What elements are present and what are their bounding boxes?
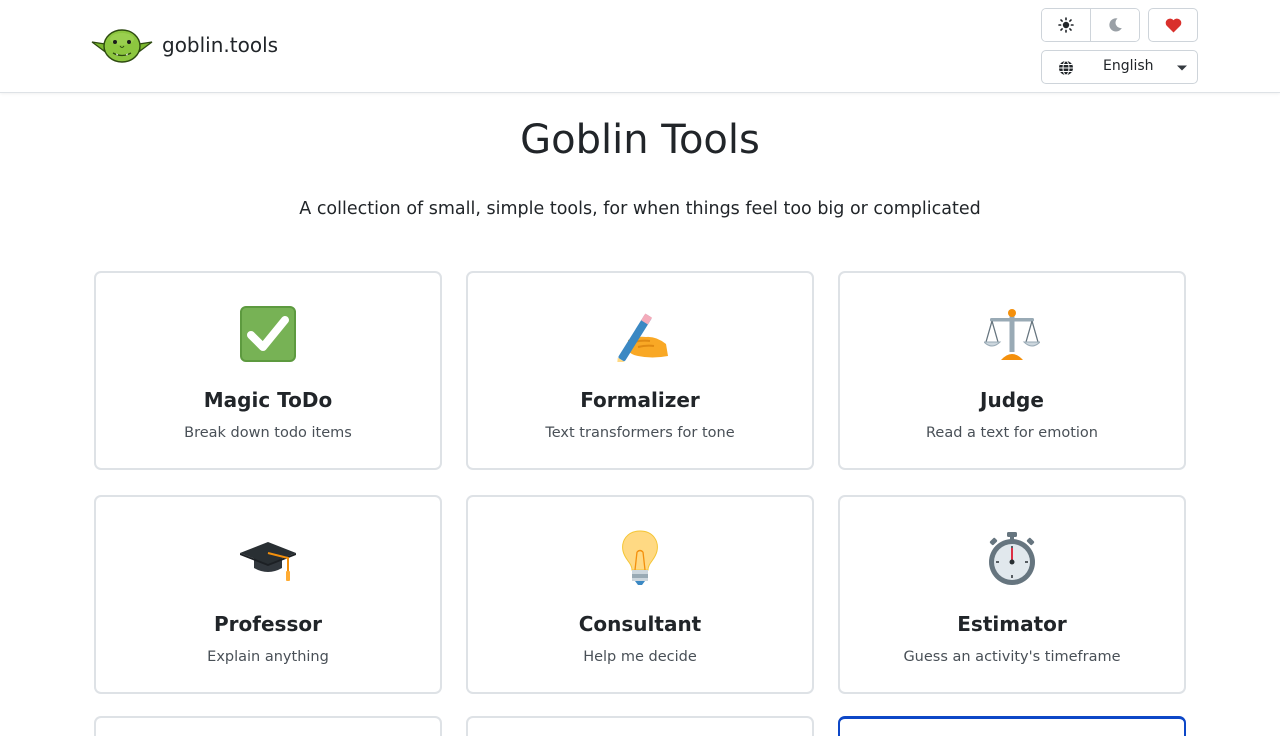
chevron-down-icon — [1177, 65, 1187, 71]
graduation-cap-icon — [240, 542, 296, 581]
brand-link[interactable]: goblin.tools — [91, 26, 278, 64]
tool-card-title: Professor — [214, 612, 322, 636]
tool-card-title: Judge — [980, 388, 1044, 412]
light-theme-button[interactable] — [1042, 9, 1090, 41]
tool-card-description: Read a text for emotion — [925, 425, 1098, 441]
tool-card-title: Formalizer — [580, 388, 700, 412]
tool-card-partial-active[interactable] — [838, 716, 1186, 736]
tool-card-magic-todo[interactable]: Magic ToDo Break down todo items — [94, 271, 442, 470]
tool-card-partial[interactable] — [466, 716, 814, 736]
tool-card-estimator[interactable]: Estimator Guess an activity's timeframe — [838, 495, 1186, 694]
sun-icon — [1058, 17, 1074, 33]
donate-heart-button[interactable] — [1148, 8, 1198, 42]
dark-theme-button[interactable] — [1090, 9, 1139, 41]
light-bulb-icon — [622, 530, 658, 585]
page-title: Goblin Tools — [520, 117, 760, 163]
tool-card-description: Help me decide — [583, 649, 697, 665]
globe-icon — [1059, 60, 1073, 76]
page-subtitle: A collection of small, simple tools, for… — [299, 199, 981, 219]
check-mark-icon — [240, 306, 296, 362]
stopwatch-icon — [989, 532, 1035, 585]
tool-card-partial[interactable] — [94, 716, 442, 736]
goblin-logo — [91, 29, 153, 63]
navbar: goblin.tools English — [0, 0, 1280, 93]
tool-card-title: Magic ToDo — [203, 388, 333, 412]
language-selected: English — [1103, 58, 1154, 74]
balance-scale-icon — [984, 309, 1040, 360]
tool-card-description: Guess an activity's timeframe — [903, 649, 1121, 665]
tool-card-title: Estimator — [957, 612, 1067, 636]
tool-card-formalizer[interactable]: Formalizer Text transformers for tone — [466, 271, 814, 470]
tool-card-title: Consultant — [578, 612, 702, 636]
writing-hand-icon — [616, 313, 668, 362]
theme-toggle-group — [1041, 8, 1140, 42]
tool-card-judge[interactable]: Judge Read a text for emotion — [838, 271, 1186, 470]
tool-card-consultant[interactable]: Consultant Help me decide — [466, 495, 814, 694]
heart-icon — [1165, 18, 1181, 32]
moon-icon — [1109, 18, 1122, 32]
tool-card-description: Text transformers for tone — [545, 425, 735, 441]
language-select[interactable]: English — [1041, 50, 1198, 84]
brand-name: goblin.tools — [162, 33, 279, 57]
tool-card-description: Break down todo items — [184, 425, 352, 441]
tool-card-professor[interactable]: Professor Explain anything — [94, 495, 442, 694]
tool-card-description: Explain anything — [207, 649, 329, 665]
